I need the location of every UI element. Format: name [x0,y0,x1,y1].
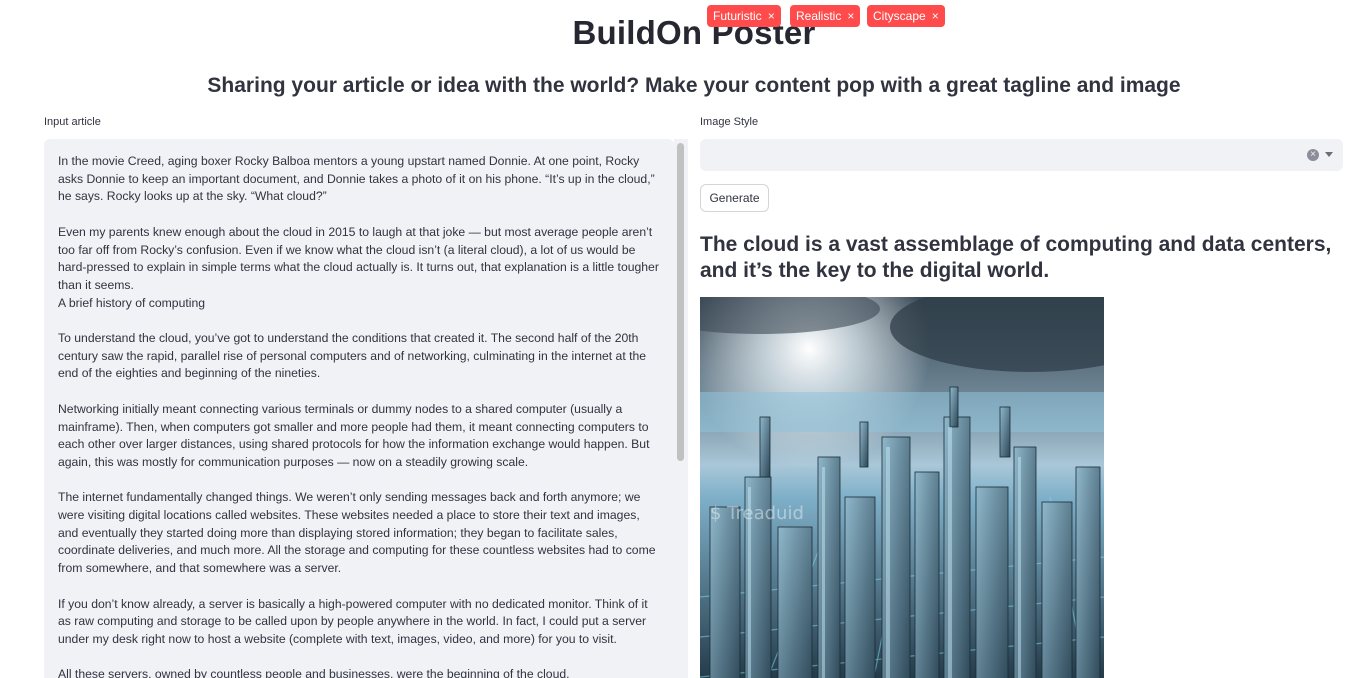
image-watermark: $ Treaduid [710,503,804,524]
article-text: In the movie Creed, aging boxer Rocky Ba… [58,154,659,678]
generated-poster-image: $ Treaduid [700,297,1104,678]
close-icon[interactable]: × [768,9,775,23]
input-article-label: Input article [44,116,101,128]
image-style-multiselect[interactable] [700,139,1343,171]
chevron-down-icon[interactable] [1325,152,1333,157]
textarea-scrollbar-thumb[interactable] [677,143,684,461]
generated-tagline: The cloud is a vast assemblage of comput… [700,233,1332,282]
tag-cityscape[interactable]: Cityscape × [867,5,945,27]
close-icon[interactable]: × [847,9,854,23]
tag-label: Realistic [796,9,842,23]
tag-label: Futuristic [713,9,762,23]
tag-realistic[interactable]: Realistic × [790,5,861,27]
page-title: BuildOn Poster [572,14,816,51]
close-icon[interactable]: × [932,9,939,23]
tag-label: Cityscape [873,9,926,23]
page-subtitle: Sharing your article or idea with the wo… [207,74,1181,97]
image-style-label: Image Style [700,116,759,128]
generate-button[interactable]: Generate [700,184,769,212]
clear-all-icon[interactable]: × [1307,149,1319,161]
article-textarea[interactable]: In the movie Creed, aging boxer Rocky Ba… [44,139,674,678]
tag-futuristic[interactable]: Futuristic × [707,5,781,27]
